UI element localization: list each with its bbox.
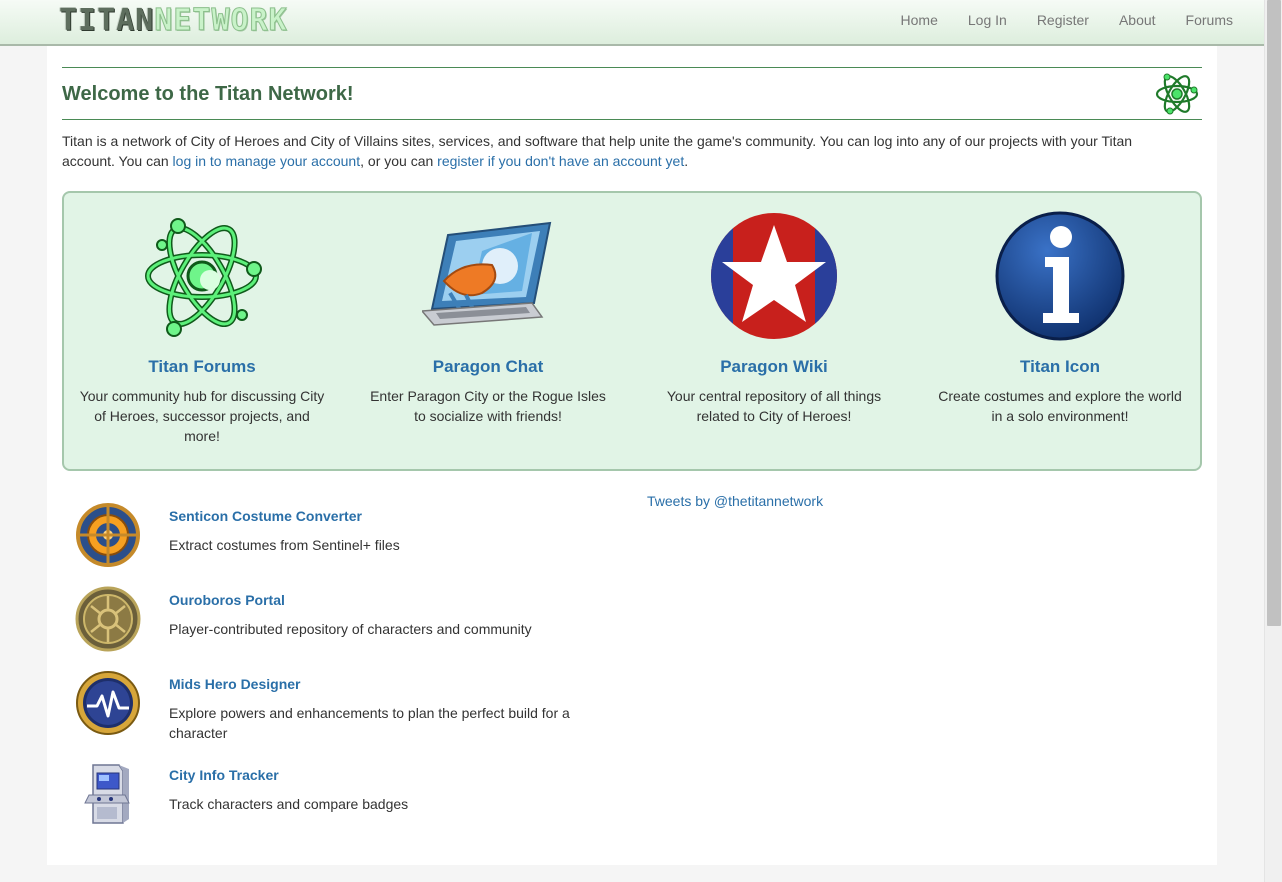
star-icon[interactable]: [709, 211, 839, 341]
portal-icon[interactable]: [75, 586, 141, 652]
tool-title[interactable]: City Info Tracker: [169, 767, 279, 783]
main-content: Welcome to the Titan Network! Titan is a…: [47, 46, 1217, 865]
feature-desc: Your central repository of all things re…: [666, 388, 882, 424]
arcade-icon[interactable]: [75, 761, 141, 827]
feature-paragon-wiki: Paragon Wiki Your central repository of …: [644, 211, 904, 426]
logo-text-titan: TITAN: [59, 2, 155, 38]
nav-home[interactable]: Home: [886, 0, 953, 40]
register-link[interactable]: register if you don't have an account ye…: [437, 153, 684, 169]
feature-titan-forums: Titan Forums Your community hub for disc…: [72, 211, 332, 446]
featured-projects-panel: Titan Forums Your community hub for disc…: [62, 191, 1202, 471]
tool-desc: Explore powers and enhancements to plan …: [169, 705, 570, 741]
laptop-icon[interactable]: [422, 221, 554, 331]
login-link[interactable]: log in to manage your account: [173, 153, 361, 169]
feature-title[interactable]: Titan Icon: [930, 357, 1190, 377]
feature-paragon-chat: Paragon Chat Enter Paragon City or the R…: [358, 211, 618, 426]
nav-register[interactable]: Register: [1022, 0, 1104, 40]
atom-icon[interactable]: [142, 211, 262, 341]
tweets-link[interactable]: Tweets by @thetitannetwork: [647, 493, 823, 509]
tool-title[interactable]: Ouroboros Portal: [169, 592, 285, 608]
feature-title[interactable]: Paragon Chat: [358, 357, 618, 377]
scrollbar-thumb[interactable]: [1267, 0, 1281, 626]
tool-desc: Track characters and compare badges: [169, 796, 409, 812]
tool-title[interactable]: Senticon Costume Converter: [169, 508, 362, 524]
nav-about[interactable]: About: [1104, 0, 1171, 40]
feature-desc: Enter Paragon City or the Rogue Isles to…: [370, 388, 606, 424]
tool-title[interactable]: Mids Hero Designer: [169, 676, 300, 692]
feature-titan-icon: Titan Icon Create costumes and explore t…: [930, 211, 1190, 426]
feature-title[interactable]: Paragon Wiki: [644, 357, 904, 377]
pulse-icon[interactable]: [75, 670, 141, 736]
logo-text-network: NETWORK: [154, 2, 288, 38]
feature-desc: Your community hub for discussing City o…: [79, 388, 325, 444]
intro-suffix: .: [684, 153, 689, 169]
tool-desc: Player-contributed repository of charact…: [169, 621, 532, 637]
navbar: TITAN NETWORK Home Log In Register About …: [0, 0, 1264, 46]
feature-title[interactable]: Titan Forums: [72, 357, 332, 377]
intro-mid: , or you can: [360, 153, 438, 169]
top-nav: Home Log In Register About Forums: [886, 0, 1248, 40]
nav-forums[interactable]: Forums: [1171, 0, 1248, 40]
intro-text: Titan is a network of City of Heroes and…: [62, 131, 1182, 171]
tool-desc: Extract costumes from Sentinel+ files: [169, 537, 400, 553]
feature-desc: Create costumes and explore the world in…: [938, 388, 1182, 424]
vertical-scrollbar[interactable]: [1264, 0, 1282, 882]
info-icon[interactable]: [995, 211, 1125, 341]
page-header: Welcome to the Titan Network!: [62, 67, 1202, 120]
atom-icon: [1155, 73, 1199, 115]
crosshair-icon[interactable]: [75, 502, 141, 568]
nav-log-in[interactable]: Log In: [953, 0, 1022, 40]
page-title: Welcome to the Titan Network!: [62, 83, 354, 105]
titan-network-logo[interactable]: TITAN NETWORK: [59, 2, 288, 38]
